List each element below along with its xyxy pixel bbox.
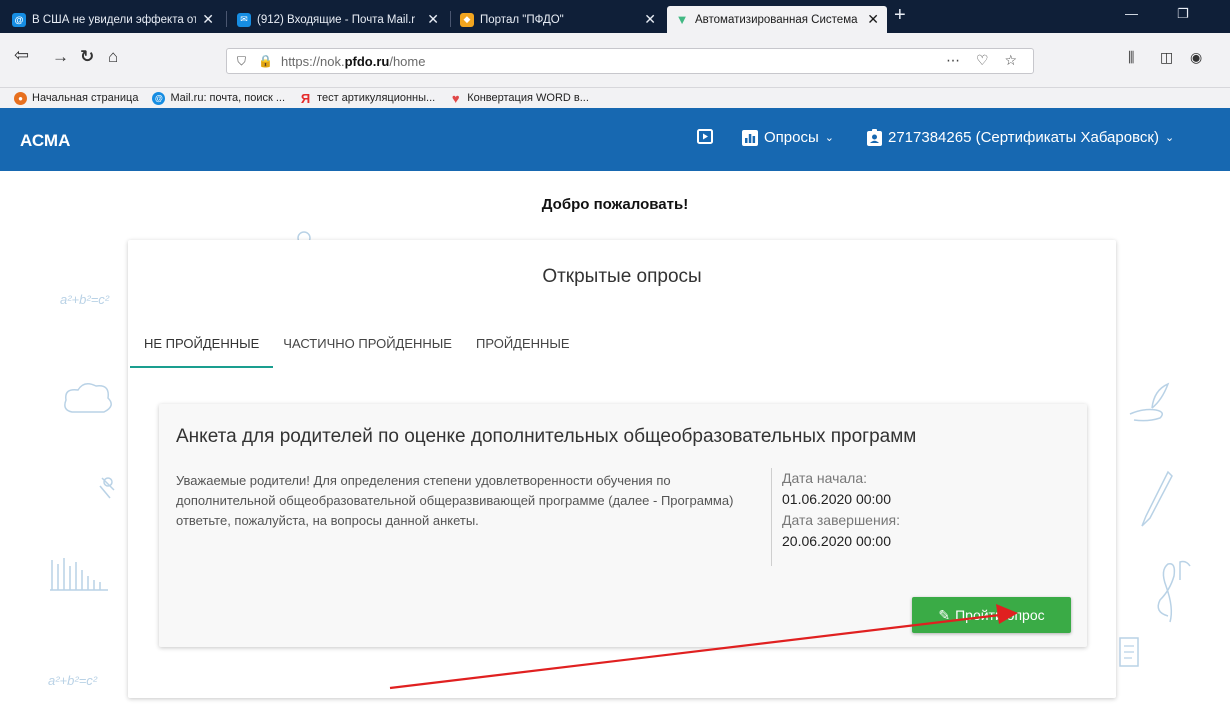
take-survey-label: Пройти опрос xyxy=(955,607,1045,623)
user-menu-label: 2717384265 (Сертификаты Хабаровск) xyxy=(888,129,1159,146)
start-date-label: Дата начала: xyxy=(782,470,868,486)
card-title: Открытые опросы xyxy=(542,266,702,287)
badge-icon xyxy=(867,129,882,146)
reload-icon[interactable]: ↻ xyxy=(80,47,94,67)
formula-doodle-icon: a²+b²=c² xyxy=(60,292,110,307)
close-icon[interactable]: ✕ xyxy=(427,11,439,28)
tab-separator xyxy=(226,11,227,27)
formula-doodle-icon: a²+b²=c² xyxy=(48,673,98,688)
forward-arrow-icon[interactable]: → xyxy=(52,47,69,67)
hand-plant-doodle-icon xyxy=(1129,382,1170,422)
browser-tab-2[interactable]: ✉ (912) Входящие - Почта Mail.r ✕ xyxy=(229,6,447,33)
bar-chart-icon xyxy=(742,129,758,146)
bookmark-label: Начальная страница xyxy=(32,92,139,104)
bookmark-label: Mail.ru: почта, поиск ... xyxy=(170,92,286,104)
end-date-value: 20.06.2020 00:00 xyxy=(782,533,891,549)
tab-separator xyxy=(450,11,451,27)
bookmark-item[interactable]: @ Mail.ru: почта, поиск ... xyxy=(152,91,286,105)
cloud-doodle-icon xyxy=(64,383,112,413)
survey-status-tabs: НЕ ПРОЙДЕННЫЕ ЧАСТИЧНО ПРОЙДЕННЫЕ ПРОЙДЕ… xyxy=(129,336,594,368)
tab-title: Автоматизированная Система xyxy=(695,13,858,26)
minimize-icon[interactable]: — xyxy=(1125,6,1138,21)
video-button[interactable] xyxy=(697,129,719,144)
survey-description: Уважаемые родители! Для определения степ… xyxy=(176,473,734,528)
bookmark-item[interactable]: ● Начальная страница xyxy=(14,91,139,105)
close-icon[interactable]: ✕ xyxy=(644,11,656,28)
firefox-icon: ● xyxy=(14,91,27,105)
browser-tab-3[interactable]: ◆ Портал "ПФДО" ✕ xyxy=(452,6,664,33)
survey-title: Анкета для родителей по оценке дополните… xyxy=(176,426,917,447)
lock-icon: 🔒 xyxy=(258,54,273,68)
chevron-down-icon: ⌄ xyxy=(1164,132,1175,144)
bookmark-item[interactable]: ♥ Конвертация WORD в... xyxy=(449,90,589,106)
app-header: АСМА Опросы ⌄ 2717384265 (Сертификаты Ха… xyxy=(0,108,1230,171)
tab-not-passed[interactable]: НЕ ПРОЙДЕННЫЕ xyxy=(129,336,274,368)
tab-title: В США не увидели эффекта от xyxy=(32,13,197,26)
tab-title: (912) Входящие - Почта Mail.r xyxy=(257,13,416,26)
close-icon[interactable]: ✕ xyxy=(867,11,879,28)
close-icon[interactable]: ✕ xyxy=(202,11,214,28)
bookmarks-bar: ● Начальная страница @ Mail.ru: почта, п… xyxy=(0,88,1230,108)
library-icon[interactable]: ⫼ xyxy=(1128,49,1134,66)
tab-partially-passed[interactable]: ЧАСТИЧНО ПРОЙДЕННЫЕ xyxy=(283,336,452,368)
browser-tab-bar: @ В США не увидели эффекта от ✕ ✉ (912) … xyxy=(0,0,1230,33)
browser-tab-4-active[interactable]: ▼ Автоматизированная Система ✕ xyxy=(667,6,887,33)
survey-dates: Дата начала: 01.06.2020 00:00 Дата завер… xyxy=(771,468,900,566)
bookmark-item[interactable]: Я тест артикуляционны... xyxy=(299,90,436,106)
surveys-menu[interactable]: Опросы ⌄ xyxy=(742,129,834,146)
mail-ru-icon: @ xyxy=(152,91,166,105)
app-brand[interactable]: АСМА xyxy=(20,131,70,151)
bookmark-label: тест артикуляционны... xyxy=(317,92,436,104)
tab-passed[interactable]: ПРОЙДЕННЫЕ xyxy=(476,336,570,368)
home-icon[interactable]: ⌂ xyxy=(108,47,118,67)
back-arrow-icon[interactable]: ⇦ xyxy=(14,45,29,66)
url-bar[interactable]: ⛉ 🔒 https://nok.pfdo.ru/home ⋯ ♡ ☆ xyxy=(226,48,1034,74)
restore-icon[interactable]: ❐ xyxy=(1177,6,1189,22)
yandex-icon: Я xyxy=(300,90,311,106)
account-icon[interactable]: ◉ xyxy=(1190,49,1202,66)
sidebar-icon[interactable]: ◫ xyxy=(1160,49,1173,66)
bars-doodle-icon xyxy=(50,558,108,591)
vue-icon: ▼ xyxy=(675,12,689,27)
survey-item: Анкета для родителей по оценке дополните… xyxy=(159,404,1087,647)
chevron-down-icon: ⌄ xyxy=(824,132,834,144)
welcome-heading: Добро пожаловать! xyxy=(541,196,689,213)
heart-icon: ♥ xyxy=(451,90,460,106)
new-tab-icon[interactable]: + xyxy=(894,4,906,27)
browser-nav-bar: ⇦ → ↻ ⌂ ⛉ 🔒 https://nok.pfdo.ru/home ⋯ ♡… xyxy=(0,33,1230,88)
music-note-doodle-icon xyxy=(1157,560,1191,623)
mail-ru-icon: @ xyxy=(12,12,26,27)
video-icon xyxy=(697,129,713,144)
document-doodle-icon xyxy=(1119,637,1139,667)
user-menu[interactable]: 2717384265 (Сертификаты Хабаровск) ⌄ xyxy=(867,129,1174,146)
url-text: https://nok.pfdo.ru/home xyxy=(280,53,426,69)
pencil-doodle-icon xyxy=(1141,470,1173,527)
take-survey-button[interactable]: ✎ Пройти опрос xyxy=(912,597,1071,633)
page-actions-icons[interactable]: ⋯ ♡ ☆ xyxy=(946,52,1023,69)
pin-doodle-icon xyxy=(99,477,115,499)
pfdo-icon: ◆ xyxy=(460,12,474,27)
open-surveys-card: Открытые опросы НЕ ПРОЙДЕННЫЕ ЧАСТИЧНО П… xyxy=(128,240,1116,698)
browser-tab-1[interactable]: @ В США не увидели эффекта от ✕ xyxy=(4,6,222,33)
tab-title: Портал "ПФДО" xyxy=(480,13,564,26)
mail-icon: ✉ xyxy=(237,12,251,27)
bookmark-label: Конвертация WORD в... xyxy=(467,92,589,104)
start-date-value: 01.06.2020 00:00 xyxy=(782,491,891,507)
pencil-icon: ✎ xyxy=(938,606,951,623)
surveys-menu-label: Опросы xyxy=(764,129,819,146)
shield-icon: ⛉ xyxy=(237,53,247,68)
end-date-label: Дата завершения: xyxy=(782,512,900,528)
